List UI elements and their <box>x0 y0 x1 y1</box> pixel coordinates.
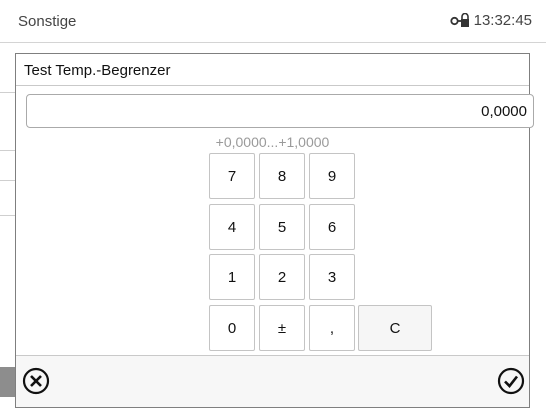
dialog-footer <box>16 355 529 407</box>
key-0-button[interactable]: 0 <box>209 305 255 351</box>
key-3-button[interactable]: 3 <box>309 254 355 300</box>
key-4-button[interactable]: 4 <box>209 204 255 250</box>
key-8-button[interactable]: 8 <box>259 153 305 199</box>
clock-time: 13:32:45 <box>473 12 532 29</box>
decimal-comma-button[interactable]: , <box>309 305 355 351</box>
background-bar <box>0 367 16 397</box>
sign-toggle-button[interactable]: ± <box>259 305 305 351</box>
lock-key-icon <box>450 12 470 29</box>
dialog-title: Test Temp.-Begrenzer <box>16 54 529 86</box>
top-bar: Sonstige 13:32:45 <box>0 0 546 43</box>
key-2-button[interactable]: 2 <box>259 254 305 300</box>
range-hint: +0,0000...+1,0000 <box>215 134 330 150</box>
key-1-button[interactable]: 1 <box>209 254 255 300</box>
key-5-button[interactable]: 5 <box>259 204 305 250</box>
key-6-button[interactable]: 6 <box>309 204 355 250</box>
clear-button[interactable]: C <box>358 305 432 351</box>
key-7-button[interactable]: 7 <box>209 153 255 199</box>
numeric-input-dialog: Test Temp.-Begrenzer 0,0000 +0,0000...+1… <box>15 53 534 408</box>
cancel-circle-icon[interactable] <box>22 367 50 395</box>
check-circle-icon[interactable] <box>497 367 525 395</box>
value-input-field[interactable]: 0,0000 <box>26 94 534 128</box>
screen-title: Sonstige <box>18 13 77 30</box>
key-9-button[interactable]: 9 <box>309 153 355 199</box>
status-area: 13:32:45 <box>450 12 532 29</box>
